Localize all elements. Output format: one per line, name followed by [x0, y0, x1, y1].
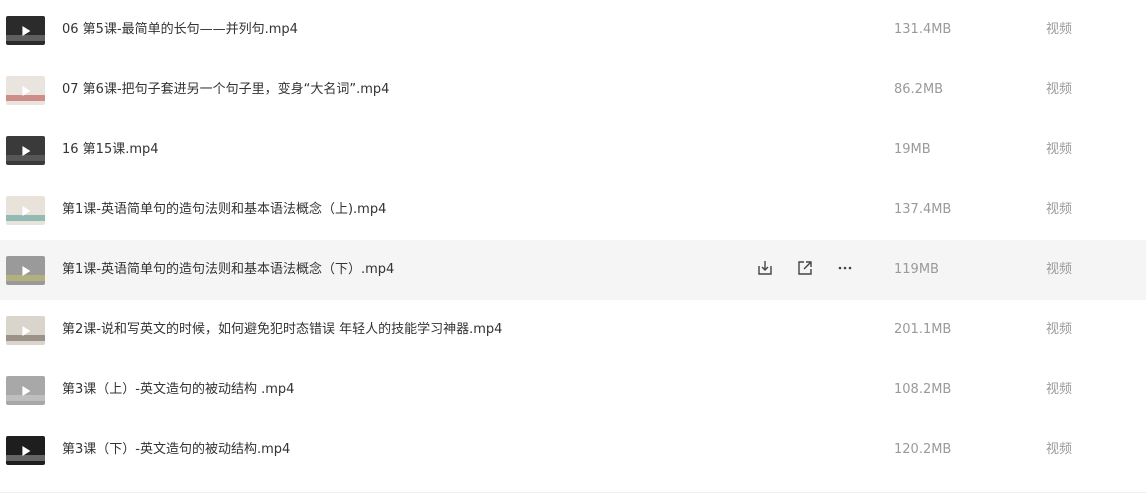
play-icon	[21, 85, 30, 96]
play-icon	[21, 265, 30, 276]
more-icon	[836, 259, 854, 281]
video-thumbnail[interactable]	[6, 376, 45, 405]
video-thumbnail[interactable]	[6, 136, 45, 165]
more-button[interactable]	[835, 260, 855, 280]
thumbnail-overlay	[6, 395, 45, 401]
play-icon	[21, 205, 30, 216]
play-icon	[21, 385, 30, 396]
file-row[interactable]: 07 第6课-把句子套进另一个句子里，变身“大名词”.mp4 86.2MB 视频	[0, 60, 1146, 120]
thumbnail-overlay	[6, 455, 45, 461]
file-name[interactable]: 06 第5课-最简单的长句——并列句.mp4	[62, 0, 298, 60]
thumbnail-overlay	[6, 155, 45, 161]
file-size: 108.2MB	[894, 382, 952, 397]
share-icon	[796, 259, 814, 281]
file-row[interactable]: 16 第15课.mp4 19MB 视频	[0, 120, 1146, 180]
play-icon	[21, 145, 30, 156]
file-row[interactable]: 第3课（下）-英文造句的被动结构.mp4 120.2MB 视频	[0, 420, 1146, 480]
thumbnail-overlay	[6, 95, 45, 101]
file-name[interactable]: 第1课-英语简单句的造句法则和基本语法概念（下）.mp4	[62, 240, 394, 300]
file-size: 19MB	[894, 142, 931, 157]
file-type: 视频	[1046, 22, 1073, 37]
file-row[interactable]: 第1课-英语简单句的造句法则和基本语法概念（下）.mp4 119MB 视频	[0, 240, 1146, 300]
thumbnail-overlay	[6, 335, 45, 341]
play-icon	[21, 445, 30, 456]
file-row[interactable]: 第1课-英语简单句的造句法则和基本语法概念（上).mp4 137.4MB 视频	[0, 180, 1146, 240]
file-type: 视频	[1046, 262, 1073, 277]
video-thumbnail[interactable]	[6, 76, 45, 105]
share-button[interactable]	[795, 260, 815, 280]
file-name[interactable]: 第3课（下）-英文造句的被动结构.mp4	[62, 420, 290, 480]
row-actions	[755, 240, 875, 300]
file-type: 视频	[1046, 202, 1073, 217]
file-name[interactable]: 第2课-说和写英文的时候，如何避免犯时态错误 年轻人的技能学习神器.mp4	[62, 300, 502, 360]
file-name[interactable]: 第3课（上）-英文造句的被动结构 .mp4	[62, 360, 294, 420]
thumbnail-overlay	[6, 35, 45, 41]
download-icon	[756, 259, 774, 281]
video-thumbnail[interactable]	[6, 256, 45, 285]
file-size: 120.2MB	[894, 442, 952, 457]
file-name[interactable]: 07 第6课-把句子套进另一个句子里，变身“大名词”.mp4	[62, 60, 389, 120]
file-size: 131.4MB	[894, 22, 952, 37]
file-list: 06 第5课-最简单的长句——并列句.mp4 131.4MB 视频 07 第6课-把句…	[0, 0, 1146, 480]
file-row[interactable]: 第3课（上）-英文造句的被动结构 .mp4 108.2MB 视频	[0, 360, 1146, 420]
video-thumbnail[interactable]	[6, 316, 45, 345]
file-row[interactable]: 06 第5课-最简单的长句——并列句.mp4 131.4MB 视频	[0, 0, 1146, 60]
file-row[interactable]: 第2课-说和写英文的时候，如何避免犯时态错误 年轻人的技能学习神器.mp4 201…	[0, 300, 1146, 360]
file-name[interactable]: 第1课-英语简单句的造句法则和基本语法概念（上).mp4	[62, 180, 386, 240]
video-thumbnail[interactable]	[6, 196, 45, 225]
file-size: 137.4MB	[894, 202, 952, 217]
file-type: 视频	[1046, 82, 1073, 97]
play-icon	[21, 325, 30, 336]
file-type: 视频	[1046, 322, 1073, 337]
file-type: 视频	[1046, 142, 1073, 157]
list-divider	[0, 492, 1146, 493]
thumbnail-overlay	[6, 275, 45, 281]
video-thumbnail[interactable]	[6, 436, 45, 465]
file-size: 86.2MB	[894, 82, 944, 97]
file-name[interactable]: 16 第15课.mp4	[62, 120, 159, 180]
file-type: 视频	[1046, 382, 1073, 397]
thumbnail-overlay	[6, 215, 45, 221]
video-thumbnail[interactable]	[6, 16, 45, 45]
file-size: 201.1MB	[894, 322, 952, 337]
download-button[interactable]	[755, 260, 775, 280]
play-icon	[21, 25, 30, 36]
file-size: 119MB	[894, 262, 939, 277]
file-type: 视频	[1046, 442, 1073, 457]
